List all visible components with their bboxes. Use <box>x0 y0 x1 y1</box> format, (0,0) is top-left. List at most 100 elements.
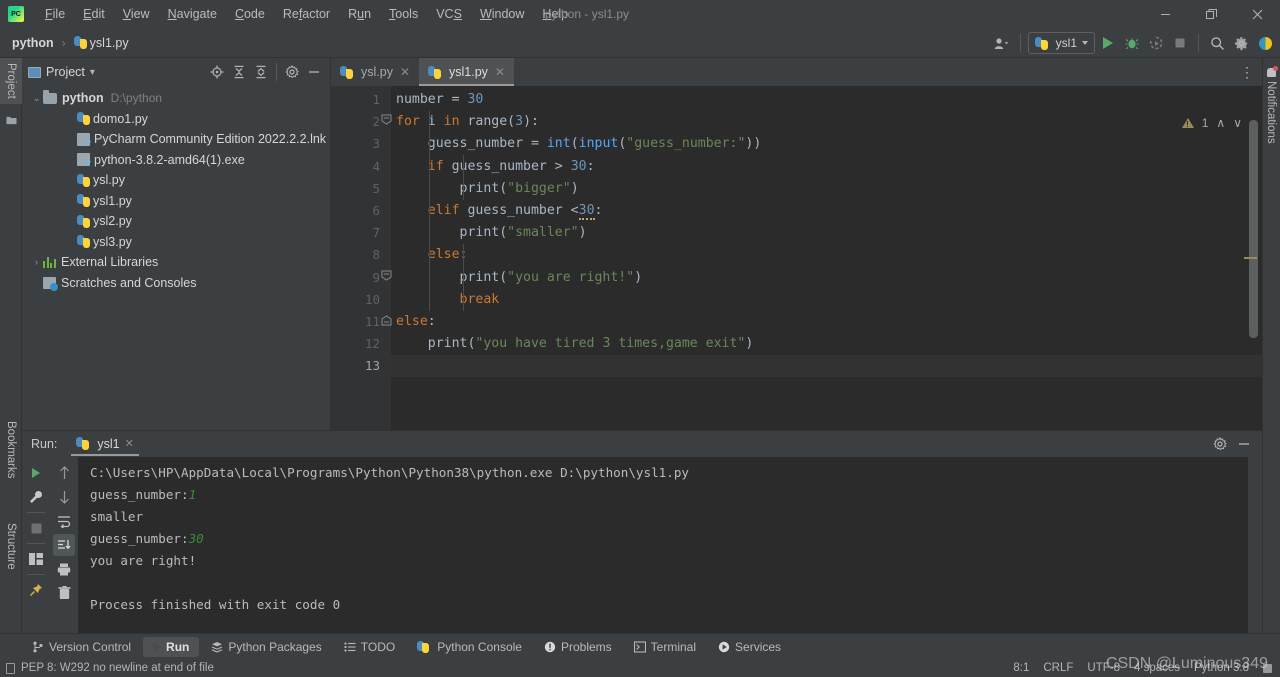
code-line[interactable]: for i in range(3): <box>391 111 1262 133</box>
tree-node-ysl3[interactable]: ysl3.py <box>22 232 330 253</box>
editor-scrollbar[interactable] <box>1244 120 1259 420</box>
minimize-button[interactable] <box>1142 0 1188 28</box>
expand-all-icon[interactable] <box>229 62 249 82</box>
chevron-right-icon[interactable]: › <box>30 257 43 267</box>
stop-icon[interactable] <box>25 517 47 539</box>
restore-button[interactable] <box>1188 0 1234 28</box>
up-arrow-icon[interactable] <box>53 462 75 484</box>
next-problem-icon[interactable]: ∨ <box>1233 116 1242 130</box>
run-tab-ysl1[interactable]: ysl1 ✕ <box>69 434 140 456</box>
menu-vcs[interactable]: VCS <box>427 3 471 25</box>
code-line[interactable]: print("you have tired 3 times,game exit"… <box>391 333 1262 355</box>
layout-icon[interactable] <box>25 548 47 570</box>
menu-edit[interactable]: Edit <box>74 3 114 25</box>
clear-all-trash-icon[interactable] <box>53 582 75 604</box>
console-scrollbar[interactable] <box>1249 457 1262 634</box>
code-line[interactable]: number = 30 <box>391 89 1262 111</box>
tab-terminal[interactable]: Terminal <box>624 637 706 657</box>
interpreter-setting[interactable]: Python 3.8 <box>1194 662 1249 674</box>
stop-button[interactable] <box>1169 32 1191 54</box>
code-line[interactable]: guess_number = int(input("guess_number:"… <box>391 133 1262 155</box>
run-button[interactable] <box>1097 32 1119 54</box>
tree-node-scratches[interactable]: Scratches and Consoles <box>22 273 330 294</box>
tab-version-control[interactable]: Version Control <box>22 637 141 657</box>
code-line[interactable]: print("you are right!") <box>391 267 1262 289</box>
console-output[interactable]: C:\Users\HP\AppData\Local\Programs\Pytho… <box>78 457 1248 634</box>
close-icon[interactable]: ✕ <box>400 65 410 79</box>
code-line[interactable]: break <box>391 289 1262 311</box>
close-icon[interactable]: ✕ <box>495 65 505 79</box>
code-line[interactable]: else: <box>391 244 1262 266</box>
gear-icon[interactable] <box>1230 32 1252 54</box>
tab-services[interactable]: Services <box>708 637 791 657</box>
user-icon[interactable] <box>991 32 1013 54</box>
caret-position[interactable]: 8:1 <box>1013 662 1029 674</box>
scrollbar-thumb[interactable] <box>1249 120 1258 338</box>
search-icon[interactable] <box>1206 32 1228 54</box>
code-line[interactable]: else: <box>391 311 1262 333</box>
menu-refactor[interactable]: Refactor <box>274 3 339 25</box>
sidebar-item-project[interactable]: Project <box>0 58 22 104</box>
close-icon[interactable]: ✕ <box>125 437 134 450</box>
down-arrow-icon[interactable] <box>53 486 75 508</box>
code-line-current[interactable] <box>391 355 1262 378</box>
file-encoding[interactable]: UTF-8 <box>1087 662 1120 674</box>
tree-node-domo1[interactable]: domo1.py <box>22 109 330 130</box>
tree-node-pycharm-lnk[interactable]: PyCharm Community Edition 2022.2.2.lnk <box>22 129 330 150</box>
tab-python-console[interactable]: Python Console <box>407 637 532 657</box>
updates-icon[interactable] <box>1254 32 1276 54</box>
editor-gutter[interactable]: 1 2 3 4 5 6 7 8 9 10 11 12 13 <box>331 86 392 430</box>
tab-ysl-py[interactable]: ysl.py ✕ <box>331 58 419 86</box>
code-editor[interactable]: 1 2 3 4 5 6 7 8 9 10 11 12 13 number = 3… <box>331 86 1262 430</box>
settings-gear-icon[interactable] <box>282 62 302 82</box>
pin-icon[interactable] <box>25 579 47 601</box>
tree-node-ysl[interactable]: ysl.py <box>22 170 330 191</box>
menu-file[interactable]: FFileile <box>36 3 74 25</box>
code-line[interactable]: print("bigger") <box>391 178 1262 200</box>
scroll-to-end-icon[interactable] <box>53 534 75 556</box>
debug-button[interactable] <box>1121 32 1143 54</box>
breadcrumb-file[interactable]: ysl1.py <box>70 34 133 52</box>
tree-node-python-exe[interactable]: python-3.8.2-amd64(1).exe <box>22 150 330 171</box>
hide-panel-icon[interactable] <box>1234 434 1254 454</box>
soft-wrap-icon[interactable] <box>53 510 75 532</box>
hide-panel-icon[interactable] <box>304 62 324 82</box>
sidebar-item-bookmarks[interactable]: Bookmarks <box>0 416 22 484</box>
prev-problem-icon[interactable]: ∧ <box>1216 116 1225 130</box>
locate-icon[interactable] <box>207 62 227 82</box>
inspection-widget[interactable]: 1 ∧ ∨ <box>1181 116 1242 130</box>
menu-tools[interactable]: Tools <box>380 3 427 25</box>
editor-tab-options-icon[interactable]: ⋮ <box>1240 58 1262 86</box>
tree-node-external-libraries[interactable]: › External Libraries <box>22 252 330 273</box>
menu-window[interactable]: Window <box>471 3 533 25</box>
breadcrumb-project[interactable]: python <box>8 34 58 52</box>
close-button[interactable] <box>1234 0 1280 28</box>
tab-python-packages[interactable]: Python Packages <box>201 637 331 657</box>
tab-todo[interactable]: TODO <box>334 637 405 657</box>
tab-problems[interactable]: Problems <box>534 637 622 657</box>
print-icon[interactable] <box>53 558 75 580</box>
menu-navigate[interactable]: Navigate <box>159 3 226 25</box>
settings-gear-icon[interactable] <box>1210 434 1230 454</box>
project-panel-title-group[interactable]: Project ▾ <box>28 65 95 79</box>
menu-code[interactable]: Code <box>226 3 274 25</box>
menu-run[interactable]: Run <box>339 3 380 25</box>
tree-node-python-root[interactable]: ⌄ python D:\python <box>22 88 330 109</box>
code-line[interactable]: if guess_number > 30: <box>391 156 1262 178</box>
tab-ysl1-py[interactable]: ysl1.py ✕ <box>419 58 514 86</box>
tab-run[interactable]: Run <box>143 636 200 657</box>
run-settings-wrench-icon[interactable] <box>25 486 47 508</box>
read-only-icon[interactable] <box>1263 663 1272 673</box>
code-text[interactable]: number = 30 for i in range(3): guess_num… <box>391 89 1262 378</box>
run-configuration-selector[interactable]: ysl1 <box>1027 32 1095 54</box>
collapse-all-icon[interactable] <box>251 62 271 82</box>
menu-view[interactable]: View <box>114 3 159 25</box>
code-line[interactable]: elif guess_number <30: <box>391 200 1262 222</box>
chevron-down-icon[interactable]: ▾ <box>90 67 95 78</box>
chevron-down-icon[interactable]: ⌄ <box>30 93 43 104</box>
warning-marker[interactable] <box>1244 257 1257 259</box>
indent-setting[interactable]: 4 spaces <box>1134 662 1180 674</box>
tree-node-ysl1[interactable]: ysl1.py <box>22 191 330 212</box>
run-with-coverage-button[interactable] <box>1145 32 1167 54</box>
tree-node-ysl2[interactable]: ysl2.py <box>22 211 330 232</box>
